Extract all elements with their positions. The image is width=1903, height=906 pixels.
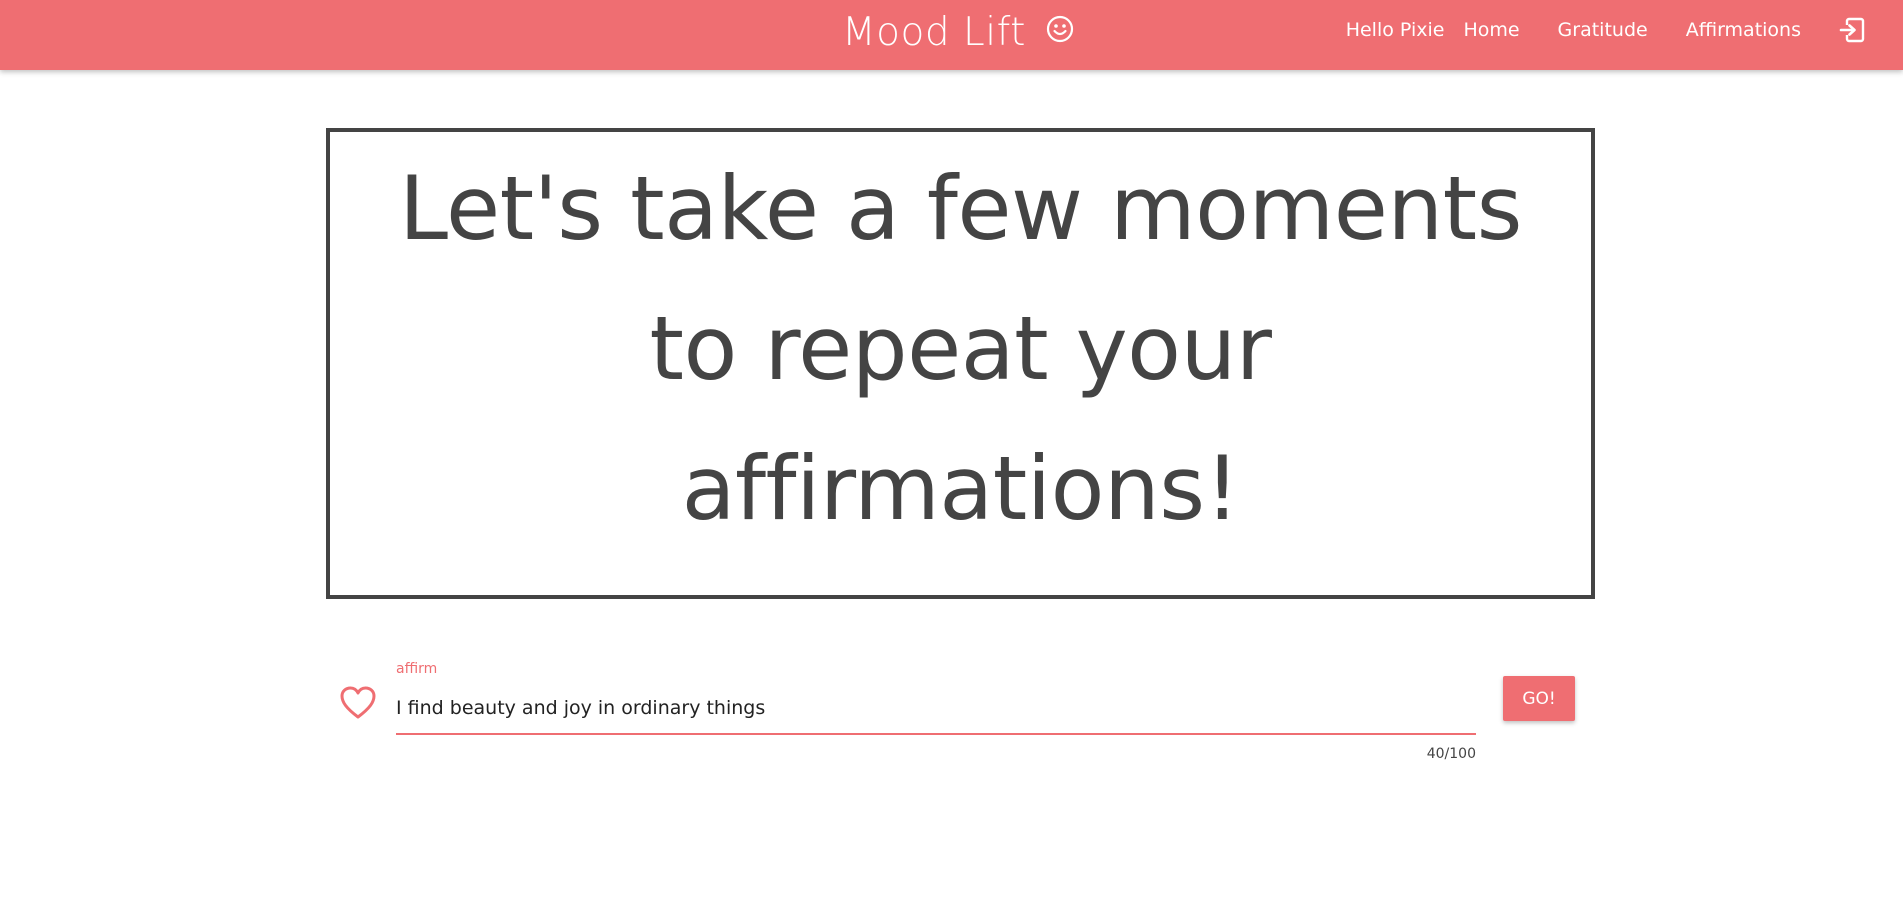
affirmation-input[interactable]: [396, 688, 1476, 728]
affirm-field-label: affirm: [396, 661, 438, 677]
input-underline: [396, 733, 1476, 735]
brand: Mood Lift: [842, 0, 1074, 64]
nav-gratitude[interactable]: Gratitude: [1558, 19, 1648, 41]
affirmation-prompt: Let's take a few moments to repeat your …: [398, 156, 1523, 540]
affirmation-prompt-box: Let's take a few moments to repeat your …: [326, 128, 1595, 599]
app-title: Mood Lift: [842, 9, 1026, 55]
nav-affirmations[interactable]: Affirmations: [1686, 19, 1801, 41]
go-button[interactable]: GO!: [1503, 676, 1575, 721]
nav-home[interactable]: Home: [1463, 19, 1519, 41]
logout-icon[interactable]: [1839, 17, 1865, 43]
top-navbar: Mood Lift Hello Pixie Home Gratitude Aff…: [0, 0, 1903, 70]
character-counter: 40/100: [1426, 746, 1476, 762]
smiley-icon: [1046, 15, 1074, 43]
user-greeting: Hello Pixie: [1345, 19, 1445, 41]
nav-links: Hello Pixie Home Gratitude Affirmations: [1346, 0, 1903, 60]
heart-icon: [340, 686, 376, 719]
